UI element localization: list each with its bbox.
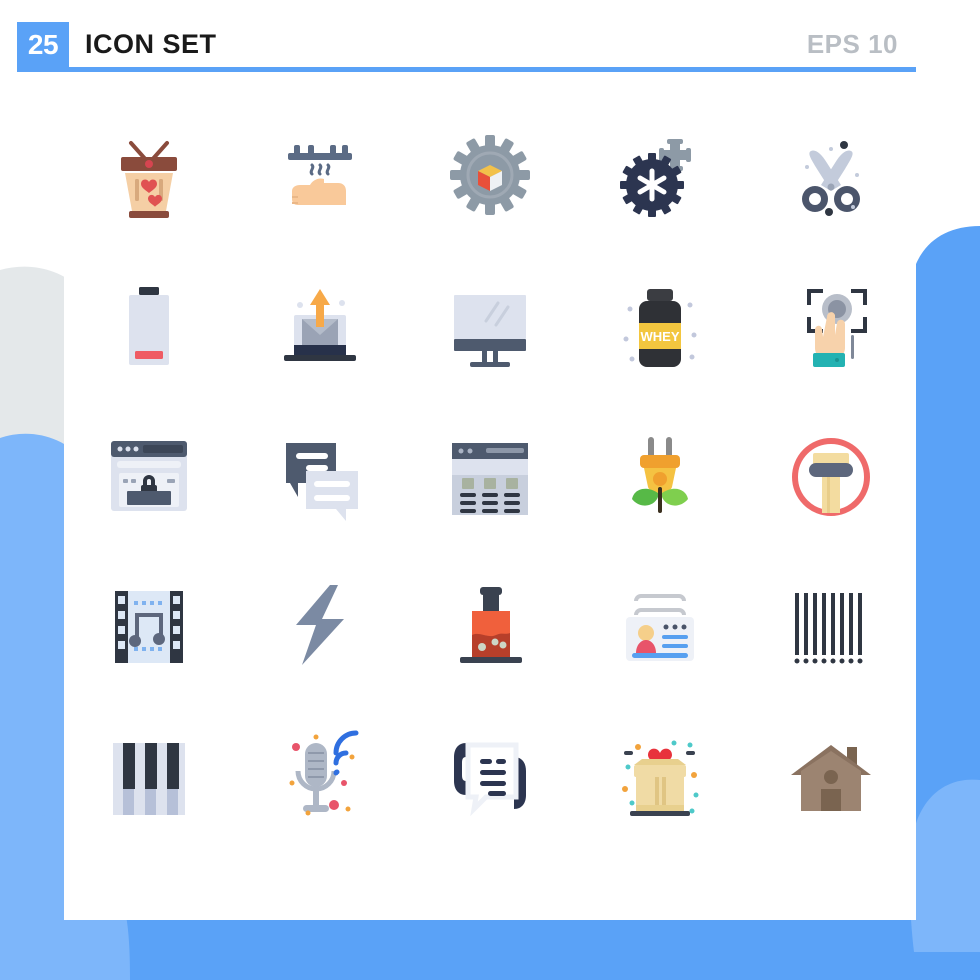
icon-cell-hand-dryer[interactable]: [234, 100, 404, 250]
icon-cell-send-email-laptop[interactable]: [234, 250, 404, 400]
icon-cell-whey-protein-bottle[interactable]: WHEY: [575, 250, 745, 400]
sheet-header: 25 ICON SET EPS 10: [17, 22, 916, 78]
shopping-basket-hearts-icon: [121, 141, 178, 218]
eco-plug-leaf-icon: [632, 437, 689, 513]
icon-cell-barcode[interactable]: [746, 550, 916, 700]
id-card-icon: [626, 594, 695, 661]
secure-browser-lock-icon: [111, 441, 188, 511]
chemistry-flask-icon: [459, 587, 522, 663]
header-divider: [17, 67, 916, 72]
page-title: ICON SET: [85, 29, 217, 59]
icon-cell-podcast-microphone[interactable]: [234, 700, 404, 850]
icon-cell-shopping-basket-hearts[interactable]: [64, 100, 234, 250]
barcode-icon: [794, 593, 863, 664]
lightning-bolt-icon: [295, 585, 344, 665]
low-battery-icon: [129, 287, 170, 365]
icon-cell-phone-support-chat[interactable]: [405, 700, 575, 850]
gift-box-hearts-icon: [622, 740, 699, 816]
icon-cell-no-architecture-column[interactable]: [746, 400, 916, 550]
icon-cell-scissors[interactable]: [746, 100, 916, 250]
podcast-microphone-icon: [289, 730, 359, 816]
piano-keys-icon: [113, 743, 186, 815]
gear-package-icon: [449, 135, 530, 215]
format-label: EPS 10: [806, 29, 898, 59]
hand-dryer-icon: [287, 145, 352, 205]
chat-bubbles-icon: [285, 443, 358, 521]
machine-gear-wrench-icon: [620, 139, 692, 217]
icon-set-page: 25 ICON SET EPS 10 WHEY: [0, 0, 980, 980]
icon-cell-lightning-bolt[interactable]: [234, 550, 404, 700]
icon-cell-machine-gear-wrench[interactable]: [575, 100, 745, 250]
send-email-laptop-icon: [283, 289, 356, 361]
icon-cell-low-battery[interactable]: [64, 250, 234, 400]
svg-text:WHEY: WHEY: [641, 329, 680, 344]
whey-protein-bottle-icon: WHEY: [623, 289, 697, 367]
icon-count-badge: 25: [17, 22, 69, 67]
no-architecture-column-icon: [791, 438, 870, 516]
icon-grid: WHEY: [64, 100, 916, 900]
icon-cell-gear-package[interactable]: [405, 100, 575, 250]
scissors-icon: [801, 141, 860, 216]
icon-cell-chat-bubbles[interactable]: [234, 400, 404, 550]
icon-sheet-card: 25 ICON SET EPS 10 WHEY: [17, 22, 916, 920]
phone-support-chat-icon: [453, 742, 526, 817]
icon-cell-fingerprint-touch[interactable]: [746, 250, 916, 400]
data-table-icon: [451, 443, 528, 515]
icon-cell-data-table[interactable]: [405, 400, 575, 550]
icon-cell-computer-monitor[interactable]: [405, 250, 575, 400]
music-film-strip-icon: [115, 591, 184, 663]
house-home-icon: [790, 745, 871, 811]
icon-cell-music-film-strip[interactable]: [64, 550, 234, 700]
icon-cell-eco-plug-leaf[interactable]: [575, 400, 745, 550]
icon-cell-secure-browser-lock[interactable]: [64, 400, 234, 550]
icon-cell-gift-box-hearts[interactable]: [575, 700, 745, 850]
icon-cell-piano-keys[interactable]: [64, 700, 234, 850]
icon-cell-house-home[interactable]: [746, 700, 916, 850]
icon-cell-chemistry-flask[interactable]: [405, 550, 575, 700]
fingerprint-touch-hand-icon: [806, 289, 867, 367]
computer-monitor-icon: [453, 295, 526, 367]
icon-cell-id-card[interactable]: [575, 550, 745, 700]
